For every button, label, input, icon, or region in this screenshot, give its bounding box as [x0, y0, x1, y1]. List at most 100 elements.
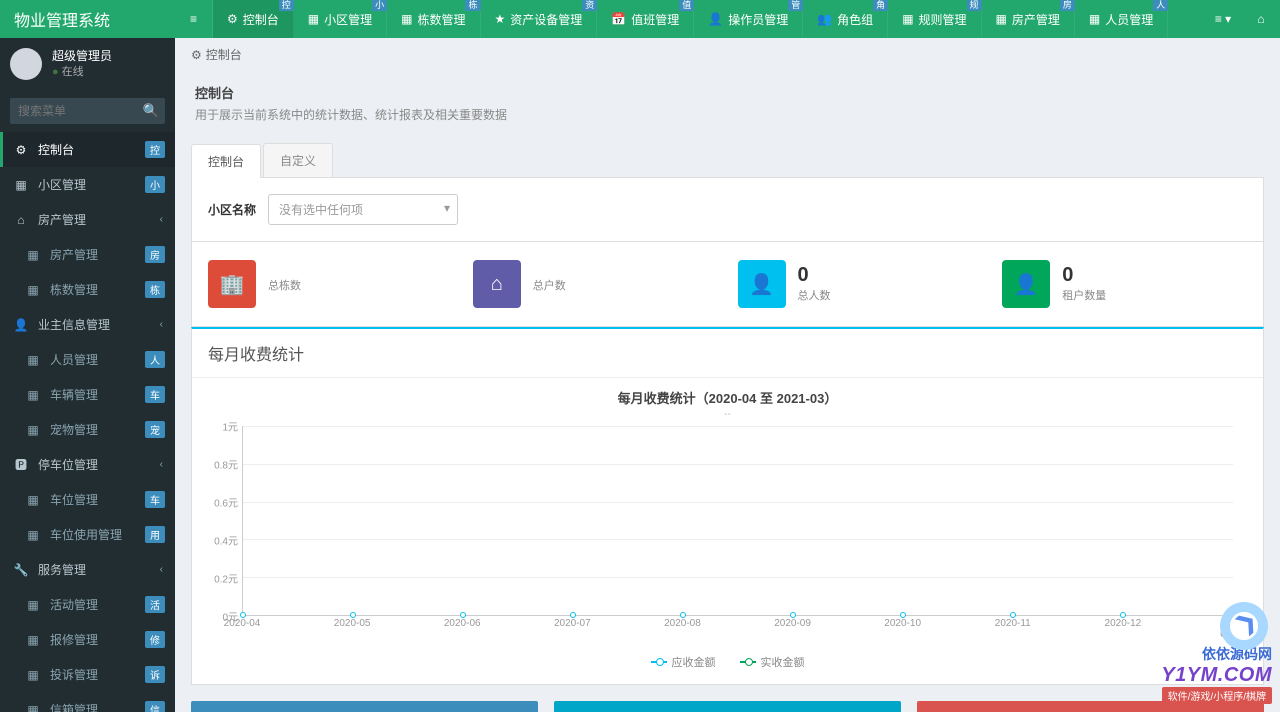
top-tab[interactable]: 👤操作员管理管	[694, 0, 803, 38]
tab-label: 角色组	[837, 11, 873, 28]
stat-card: 👤0租户数量	[1002, 260, 1247, 308]
user-status: 在线	[52, 65, 112, 80]
tab-icon: ▦	[996, 12, 1007, 26]
top-tab[interactable]: ▦人员管理人	[1075, 0, 1168, 38]
menu-icon: ▦	[24, 423, 42, 437]
inner-tab[interactable]: 控制台	[191, 144, 261, 178]
x-tick-label: 2020-12	[1105, 618, 1142, 629]
top-tab[interactable]: ▦规则管理规	[888, 0, 981, 38]
menu-icon: ▦	[12, 178, 30, 192]
menu-icon: ▦	[24, 598, 42, 612]
tab-badge: 栋	[465, 0, 480, 11]
bottom-card[interactable]: ♥宠物统计	[917, 701, 1264, 712]
tab-badge: 小	[372, 0, 387, 11]
more-menu[interactable]: ≡ ▾	[1204, 0, 1242, 38]
legend-item[interactable]: 实收金额	[740, 654, 805, 670]
top-tab[interactable]: 📅值班管理值	[597, 0, 694, 38]
dashboard-icon: ⚙	[191, 48, 202, 62]
bottom-card[interactable]: 🚗车辆统计	[554, 701, 901, 712]
y-tick-label: 0.4元	[214, 533, 238, 548]
sidebar-item[interactable]: ▦宠物管理宠	[0, 412, 175, 447]
bottom-cards: 💾车位统计 🚗车辆统计 ♥宠物统计	[191, 701, 1264, 712]
avatar[interactable]	[10, 48, 42, 80]
bottom-card[interactable]: 💾车位统计	[191, 701, 538, 712]
top-tab[interactable]: ▦小区管理小	[294, 0, 387, 38]
chevron-left-icon: ‹	[160, 564, 163, 575]
sidebar-menu: ⚙控制台控▦小区管理小⌂房产管理‹▦房产管理房▦栋数管理栋👤业主信息管理‹▦人员…	[0, 132, 175, 712]
menu-label: 车辆管理	[50, 386, 98, 403]
y-tick-label: 0.8元	[214, 457, 238, 472]
tab-badge: 规	[967, 0, 982, 11]
sidebar-item[interactable]: ▦栋数管理栋	[0, 272, 175, 307]
inner-tab[interactable]: 自定义	[263, 143, 333, 177]
sidebar-item[interactable]: ▦车位管理车	[0, 482, 175, 517]
chevron-left-icon: ‹	[160, 319, 163, 330]
stat-icon: ⌂	[473, 260, 521, 308]
sidebar-item[interactable]: ▦小区管理小	[0, 167, 175, 202]
menu-badge: 宠	[145, 421, 165, 438]
x-tick-label: 2020-10	[884, 618, 921, 629]
y-tick-label: 0.6元	[214, 495, 238, 510]
stat-icon: 🏢	[208, 260, 256, 308]
tab-badge: 资	[582, 0, 597, 11]
tab-label: 操作员管理	[728, 11, 788, 28]
menu-label: 控制台	[38, 141, 74, 158]
top-tab[interactable]: ▦房产管理房	[982, 0, 1075, 38]
sidebar-item[interactable]: ⚙控制台控	[0, 132, 175, 167]
top-tab[interactable]: ★资产设备管理资	[481, 0, 598, 38]
community-select[interactable]: 没有选中任何项	[268, 194, 458, 225]
x-tick-label: 2020-06	[444, 618, 481, 629]
tab-icon: ▦	[1089, 12, 1100, 26]
menu-label: 停车位管理	[38, 456, 98, 473]
top-tab[interactable]: 👥角色组角	[803, 0, 888, 38]
x-tick-label: 2020-04	[224, 618, 261, 629]
x-tick-label: 2020-05	[334, 618, 371, 629]
top-tab[interactable]: ▦栋数管理栋	[387, 0, 480, 38]
sidebar-item[interactable]: ▦报修管理修	[0, 622, 175, 657]
menu-icon: ▦	[24, 703, 42, 712]
panel-desc: 用于展示当前系统中的统计数据、统计报表及相关重要数据	[195, 106, 1260, 123]
menu-badge: 车	[145, 386, 165, 403]
chart-section-title: 每月收费统计	[192, 329, 1263, 378]
tab-label: 资产设备管理	[510, 11, 582, 28]
sidebar-item[interactable]: ▦信箱管理信	[0, 692, 175, 712]
sidebar-item[interactable]: ▦房产管理房	[0, 237, 175, 272]
x-tick-label: 2020-08	[664, 618, 701, 629]
menu-badge: 修	[145, 631, 165, 648]
tab-label: 小区管理	[324, 11, 372, 28]
legend-item[interactable]: 应收金额	[651, 654, 716, 670]
chart-subtitle: --	[192, 409, 1263, 426]
tab-label: 人员管理	[1105, 11, 1153, 28]
sidebar-item[interactable]: ▦车位使用管理用	[0, 517, 175, 552]
user-name: 超级管理员	[52, 48, 112, 65]
sidebar-item[interactable]: ▦活动管理活	[0, 587, 175, 622]
legend-marker-icon	[651, 661, 667, 663]
tab-label: 控制台	[243, 11, 279, 28]
menu-icon: 👤	[12, 318, 30, 332]
menu-badge: 控	[145, 141, 165, 158]
sidebar-item[interactable]: 🅿停车位管理‹	[0, 447, 175, 482]
stat-value: 0	[1062, 265, 1106, 285]
stat-label: 总户数	[533, 277, 566, 293]
menu-badge: 栋	[145, 281, 165, 298]
sidebar-item[interactable]: ▦投诉管理诉	[0, 657, 175, 692]
tab-label: 值班管理	[631, 11, 679, 28]
main: ≡ ⚙控制台控▦小区管理小▦栋数管理栋★资产设备管理资📅值班管理值👤操作员管理管…	[175, 0, 1280, 712]
sidebar-item[interactable]: 👤 业主信息管理 ‹	[0, 307, 175, 342]
sidebar-item[interactable]: ▦车辆管理车	[0, 377, 175, 412]
menu-label: 投诉管理	[50, 666, 98, 683]
tab-label: 栋数管理	[417, 11, 465, 28]
content: 控制台 用于展示当前系统中的统计数据、统计报表及相关重要数据 控制台自定义 小区…	[175, 71, 1280, 712]
sidebar-item[interactable]: 🔧服务管理‹	[0, 552, 175, 587]
search-button[interactable]: 🔍	[137, 98, 165, 124]
menu-label: 栋数管理	[50, 281, 98, 298]
top-tab[interactable]: ⚙控制台控	[213, 0, 294, 38]
sidebar-item[interactable]: ▦人员管理人	[0, 342, 175, 377]
app-title: 物业管理系统	[0, 0, 175, 38]
home-button[interactable]: ⌂	[1242, 0, 1280, 38]
tab-icon: ⚙	[227, 12, 238, 26]
sidebar-toggle[interactable]: ≡	[175, 0, 213, 38]
stat-card: 🏢总栋数	[208, 260, 453, 308]
sidebar-item[interactable]: ⌂房产管理‹	[0, 202, 175, 237]
menu-label: 业主信息管理	[38, 316, 110, 333]
